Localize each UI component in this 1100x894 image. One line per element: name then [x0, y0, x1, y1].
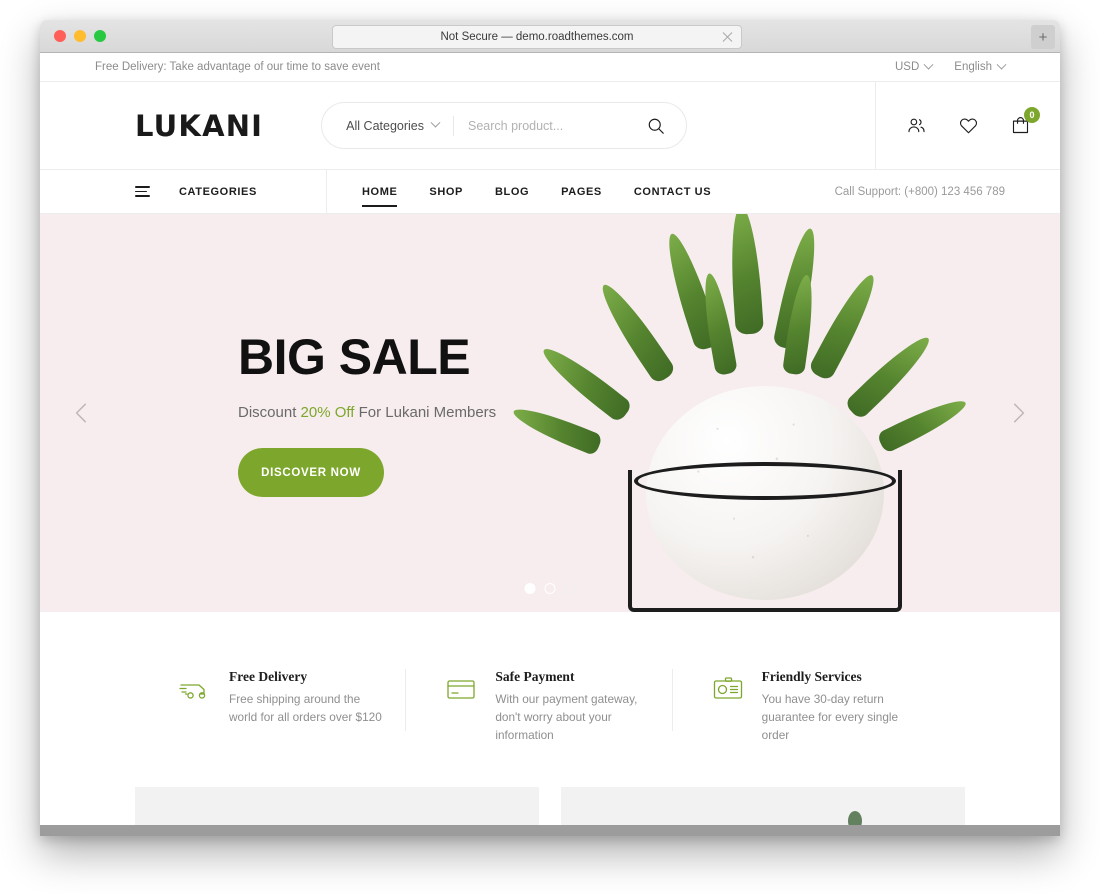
cart-count-badge: 0	[1024, 106, 1040, 123]
page-bottom-scrollbar[interactable]	[40, 825, 1060, 836]
hero-subtitle-after: For Lukani Members	[354, 404, 497, 421]
site-logo[interactable]: LUKANI	[135, 109, 263, 143]
hamburger-icon	[135, 185, 150, 198]
announcement-message: Free Delivery: Take advantage of our tim…	[95, 61, 380, 73]
site-header: LUKANI All Categories Search product... …	[40, 82, 1060, 170]
header-tools: 0	[875, 82, 1060, 169]
chevron-down-icon	[923, 59, 934, 70]
language-value: English	[954, 61, 992, 73]
hero-subtitle-highlight: 20% Off	[300, 404, 355, 421]
nav-item-contact-us[interactable]: CONTACT US	[618, 170, 727, 213]
feature-description: You have 30-day return guarantee for eve…	[761, 691, 899, 743]
chevron-right-icon[interactable]	[1001, 396, 1035, 430]
feature-title: Safe Payment	[495, 668, 575, 684]
hero-plant-image	[509, 214, 988, 612]
feature-friendly-services: Friendly Services You have 30-day return…	[671, 668, 938, 742]
main-navigation: CATEGORIES HOME SHOP BLOG PAGES CONTACT …	[40, 170, 1060, 214]
currency-value: USD	[895, 61, 920, 73]
hero-dot-1[interactable]	[524, 583, 536, 594]
heart-icon[interactable]	[956, 114, 980, 138]
browser-tab-title: Not Secure — demo.roadthemes.com	[440, 31, 634, 43]
hero-subtitle-before: Discount	[238, 404, 301, 421]
window-traffic-lights	[54, 30, 106, 42]
features-section: Free Delivery Free shipping around the w…	[40, 612, 1060, 787]
search-input[interactable]	[468, 118, 647, 133]
feature-free-delivery: Free Delivery Free shipping around the w…	[162, 669, 405, 731]
hero-slider: BIG SALE Discount 20% Off For Lukani Mem…	[40, 214, 1060, 612]
close-window-button[interactable]	[54, 30, 66, 42]
maximize-window-button[interactable]	[94, 30, 106, 42]
close-icon[interactable]	[722, 32, 733, 43]
search-divider	[453, 115, 454, 136]
feature-description: With our payment gateway, don't worry ab…	[495, 691, 638, 743]
nav-item-pages[interactable]: PAGES	[545, 170, 618, 213]
shopping-bag-icon[interactable]: 0	[1008, 106, 1040, 138]
chevron-down-icon	[996, 59, 1007, 70]
feature-text: Safe Payment With our payment gateway, d…	[495, 669, 655, 745]
feature-text: Free Delivery Free shipping around the w…	[229, 669, 389, 727]
call-support-text: Call Support: (+800) 123 456 789	[834, 185, 1005, 198]
nav-menu: HOME SHOP BLOG PAGES CONTACT US	[346, 170, 727, 213]
browser-chrome-bar: Not Secure — demo.roadthemes.com +	[40, 20, 1060, 53]
currency-selector[interactable]: USD	[895, 59, 934, 73]
feature-description: Free shipping around the world for all o…	[229, 691, 382, 724]
delivery-truck-icon	[178, 672, 212, 706]
users-icon[interactable]	[904, 114, 928, 138]
nav-item-shop[interactable]: SHOP	[413, 170, 479, 213]
hero-pagination-dots	[524, 583, 576, 594]
credit-card-icon	[444, 672, 478, 706]
announcement-bar: Free Delivery: Take advantage of our tim…	[40, 53, 1060, 82]
topbar-selectors: USD English	[895, 59, 1007, 73]
feature-title: Friendly Services	[761, 668, 862, 684]
minimize-window-button[interactable]	[74, 30, 86, 42]
search-bar: All Categories	[321, 102, 688, 149]
hero-dot-2[interactable]	[544, 583, 556, 594]
search-category-dropdown[interactable]: All Categories	[346, 117, 441, 133]
id-card-icon	[711, 672, 745, 706]
discover-now-button[interactable]: DISCOVER NOW	[238, 448, 384, 497]
nav-item-blog[interactable]: BLOG	[479, 170, 545, 213]
categories-label: CATEGORIES	[179, 185, 257, 198]
search-icon[interactable]	[646, 116, 666, 136]
categories-menu-button[interactable]: CATEGORIES	[40, 170, 327, 213]
page-viewport: Free Delivery: Take advantage of our tim…	[40, 53, 1060, 836]
language-selector[interactable]: English	[954, 59, 1007, 73]
feature-safe-payment: Safe Payment With our payment gateway, d…	[405, 668, 671, 742]
chevron-down-icon	[430, 117, 441, 128]
new-tab-button[interactable]: +	[1031, 25, 1055, 49]
feature-text: Friendly Services You have 30-day return…	[762, 669, 922, 745]
chevron-left-icon[interactable]	[65, 396, 99, 430]
nav-item-home[interactable]: HOME	[346, 170, 413, 213]
browser-tab[interactable]: Not Secure — demo.roadthemes.com	[332, 25, 742, 49]
hero-dot-3[interactable]	[564, 583, 576, 594]
feature-title: Free Delivery	[229, 668, 308, 684]
search-category-label: All Categories	[346, 118, 424, 133]
browser-window: Not Secure — demo.roadthemes.com + Free …	[40, 20, 1060, 836]
pot-stand-legs	[628, 470, 902, 612]
